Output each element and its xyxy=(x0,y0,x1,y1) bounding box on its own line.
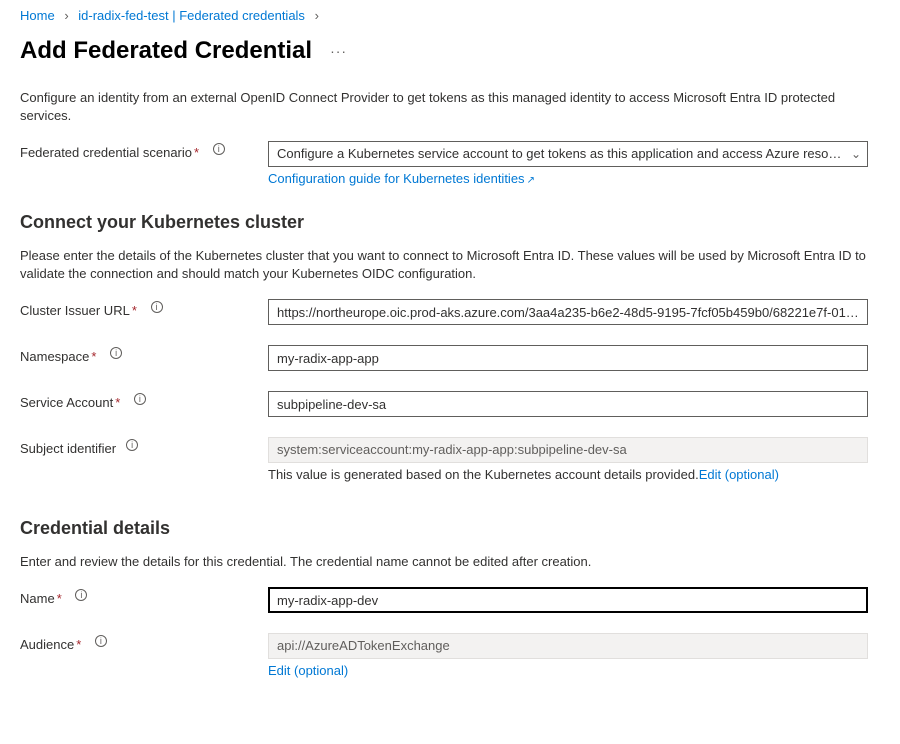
info-icon[interactable]: i xyxy=(151,301,163,313)
service-account-label: Service Account* i xyxy=(20,391,268,410)
info-icon[interactable]: i xyxy=(213,143,225,155)
service-account-input[interactable] xyxy=(268,391,868,417)
breadcrumb-fed-creds[interactable]: id-radix-fed-test | Federated credential… xyxy=(78,8,305,23)
breadcrumb-home[interactable]: Home xyxy=(20,8,55,23)
subject-edit-link[interactable]: Edit (optional) xyxy=(699,467,779,482)
scenario-select-value: Configure a Kubernetes service account t… xyxy=(277,146,849,161)
credential-details-title: Credential details xyxy=(20,518,880,539)
name-label: Name* i xyxy=(20,587,268,606)
credential-name-input[interactable] xyxy=(268,587,868,613)
namespace-row: Namespace* i xyxy=(20,345,880,371)
name-row: Name* i xyxy=(20,587,880,613)
subject-identifier-row: Subject identifieri system:serviceaccoun… xyxy=(20,437,880,482)
credential-details-description: Enter and review the details for this cr… xyxy=(20,553,880,571)
chevron-down-icon: ⌄ xyxy=(851,142,861,166)
page-title-row: Add Federated Credential ··· xyxy=(20,37,880,65)
chevron-right-icon: › xyxy=(64,8,68,23)
scenario-label: Federated credential scenario* i xyxy=(20,141,268,160)
config-guide-link[interactable]: Configuration guide for Kubernetes ident… xyxy=(268,171,535,186)
page-description: Configure an identity from an external O… xyxy=(20,89,880,125)
cluster-issuer-url-input[interactable] xyxy=(268,299,868,325)
breadcrumb: Home › id-radix-fed-test | Federated cre… xyxy=(20,8,880,23)
subject-identifier-readonly: system:serviceaccount:my-radix-app-app:s… xyxy=(268,437,868,463)
info-icon[interactable]: i xyxy=(126,439,138,451)
connect-section-title: Connect your Kubernetes cluster xyxy=(20,212,880,233)
audience-row: Audience* i api://AzureADTokenExchange E… xyxy=(20,633,880,678)
scenario-row: Federated credential scenario* i Configu… xyxy=(20,141,880,186)
issuer-label: Cluster Issuer URL* i xyxy=(20,299,268,318)
service-account-row: Service Account* i xyxy=(20,391,880,417)
chevron-right-icon: › xyxy=(315,8,319,23)
subject-identifier-label: Subject identifieri xyxy=(20,437,268,456)
info-icon[interactable]: i xyxy=(134,393,146,405)
connect-section-description: Please enter the details of the Kubernet… xyxy=(20,247,880,283)
audience-label: Audience* i xyxy=(20,633,268,652)
info-icon[interactable]: i xyxy=(95,635,107,647)
scenario-select[interactable]: Configure a Kubernetes service account t… xyxy=(268,141,868,167)
audience-readonly: api://AzureADTokenExchange xyxy=(268,633,868,659)
audience-edit-link[interactable]: Edit (optional) xyxy=(268,663,348,678)
info-icon[interactable]: i xyxy=(110,347,122,359)
subject-identifier-helper: This value is generated based on the Kub… xyxy=(268,467,868,482)
page-title: Add Federated Credential xyxy=(20,37,312,65)
more-actions-button[interactable]: ··· xyxy=(330,39,347,63)
namespace-input[interactable] xyxy=(268,345,868,371)
external-link-icon: ↗ xyxy=(527,175,535,186)
info-icon[interactable]: i xyxy=(75,589,87,601)
namespace-label: Namespace* i xyxy=(20,345,268,364)
issuer-row: Cluster Issuer URL* i xyxy=(20,299,880,325)
